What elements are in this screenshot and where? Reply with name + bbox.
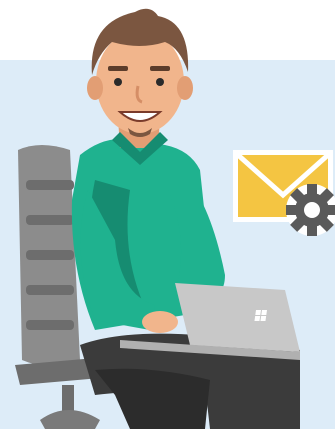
illustration: [0, 0, 335, 429]
